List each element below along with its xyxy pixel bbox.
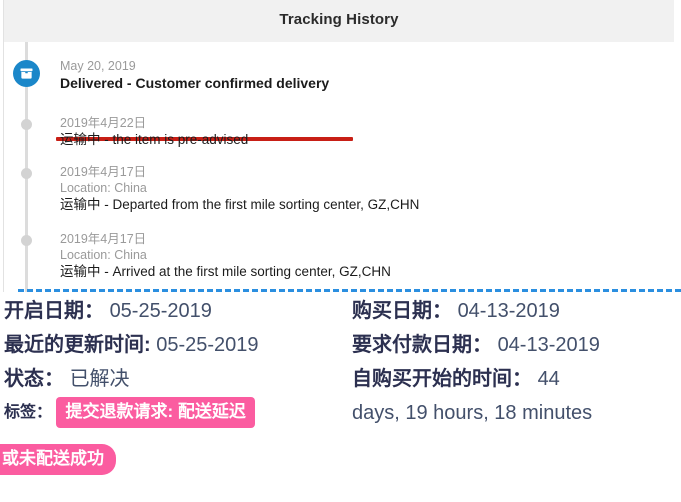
timeline-dot-icon: [21, 168, 32, 179]
section-divider: [18, 289, 681, 292]
timeline-dot-marker: [21, 235, 32, 246]
time-since-purchase-label: 自购买开始的时间：: [352, 368, 532, 390]
last-update-row: 最近的更新时间: 05-25-2019: [4, 328, 344, 362]
timeline-event-body: 2019年4月22日 运输中 - the item is pre-advised: [60, 115, 670, 149]
page-title: Tracking History: [279, 11, 399, 28]
purchase-date-label: 购买日期：: [352, 300, 452, 322]
timeline-event-description: 运输中 - Arrived at the first mile sorting …: [60, 264, 391, 279]
time-since-purchase-overflow-value: days, 19 hours, 18 minutes: [352, 402, 593, 424]
time-since-purchase-value: 44: [537, 368, 560, 390]
open-date-label: 开启日期：: [4, 300, 104, 322]
status-label: 状态：: [4, 368, 64, 390]
timeline-event-date: 2019年4月22日: [60, 116, 147, 130]
package-box-icon: [13, 60, 40, 87]
timeline-event-description: 运输中 - the item is pre-advised: [60, 132, 249, 147]
timeline-dot-icon: [21, 235, 32, 246]
purchase-date-value: 04-13-2019: [457, 300, 560, 322]
timeline-event-location: Location: China: [60, 181, 147, 195]
timeline-dot-marker: [21, 119, 32, 130]
timeline-event-date: May 20, 2019: [60, 59, 136, 73]
time-since-purchase-overflow: days, 19 hours, 18 minutes: [352, 396, 681, 430]
status-badge-continued[interactable]: 或未配送成功: [0, 444, 116, 475]
tracking-history-panel: Tracking History May 20, 2019 Delivered …: [0, 0, 681, 292]
open-date-row: 开启日期： 05-25-2019: [4, 294, 344, 328]
open-date-value: 05-25-2019: [109, 300, 212, 322]
purchase-date-row: 购买日期： 04-13-2019: [352, 294, 681, 328]
tag-label: 标签：: [4, 404, 53, 421]
payment-due-date-row: 要求付款日期： 04-13-2019: [352, 328, 681, 362]
tracking-timeline: May 20, 2019 Delivered - Customer confir…: [3, 42, 674, 292]
last-update-value: 05-25-2019: [156, 334, 259, 356]
timeline-dot-icon: [21, 119, 32, 130]
timeline-event-description: 运输中 - Departed from the first mile sorti…: [60, 197, 420, 212]
timeline-event-description: Delivered - Customer confirmed delivery: [60, 75, 330, 91]
tag-row-continued: 或未配送成功: [0, 444, 116, 475]
timeline-event-date: 2019年4月17日: [60, 165, 147, 179]
case-detail-panel: 开启日期： 05-25-2019 最近的更新时间: 05-25-2019 状态：…: [0, 294, 681, 502]
payment-due-date-label: 要求付款日期：: [352, 334, 492, 356]
status-value: 已解决: [69, 368, 130, 390]
timeline-event-body: 2019年4月17日 Location: China 运输中 - Arrived…: [60, 231, 670, 281]
last-update-label: 最近的更新时间:: [4, 334, 151, 356]
tracking-history-header: Tracking History: [3, 0, 674, 42]
timeline-dot-marker: [21, 168, 32, 179]
timeline-event-body: May 20, 2019 Delivered - Customer confir…: [60, 58, 670, 92]
timeline-event-location: Location: China: [60, 248, 147, 262]
tag-row: 标签： 提交退款请求: 配送延迟: [4, 396, 344, 430]
payment-due-date-value: 04-13-2019: [497, 334, 600, 356]
detail-column-right: 购买日期： 04-13-2019 要求付款日期： 04-13-2019 自购买开…: [352, 294, 681, 430]
time-since-purchase-row: 自购买开始的时间： 44: [352, 362, 681, 396]
timeline-current-marker: [13, 60, 40, 87]
status-row: 状态： 已解决: [4, 362, 344, 396]
status-badge[interactable]: 提交退款请求: 配送延迟: [56, 397, 255, 429]
timeline-event-date: 2019年4月17日: [60, 232, 147, 246]
timeline-event-body: 2019年4月17日 Location: China 运输中 - Departe…: [60, 164, 670, 214]
detail-column-left: 开启日期： 05-25-2019 最近的更新时间: 05-25-2019 状态：…: [0, 294, 344, 475]
